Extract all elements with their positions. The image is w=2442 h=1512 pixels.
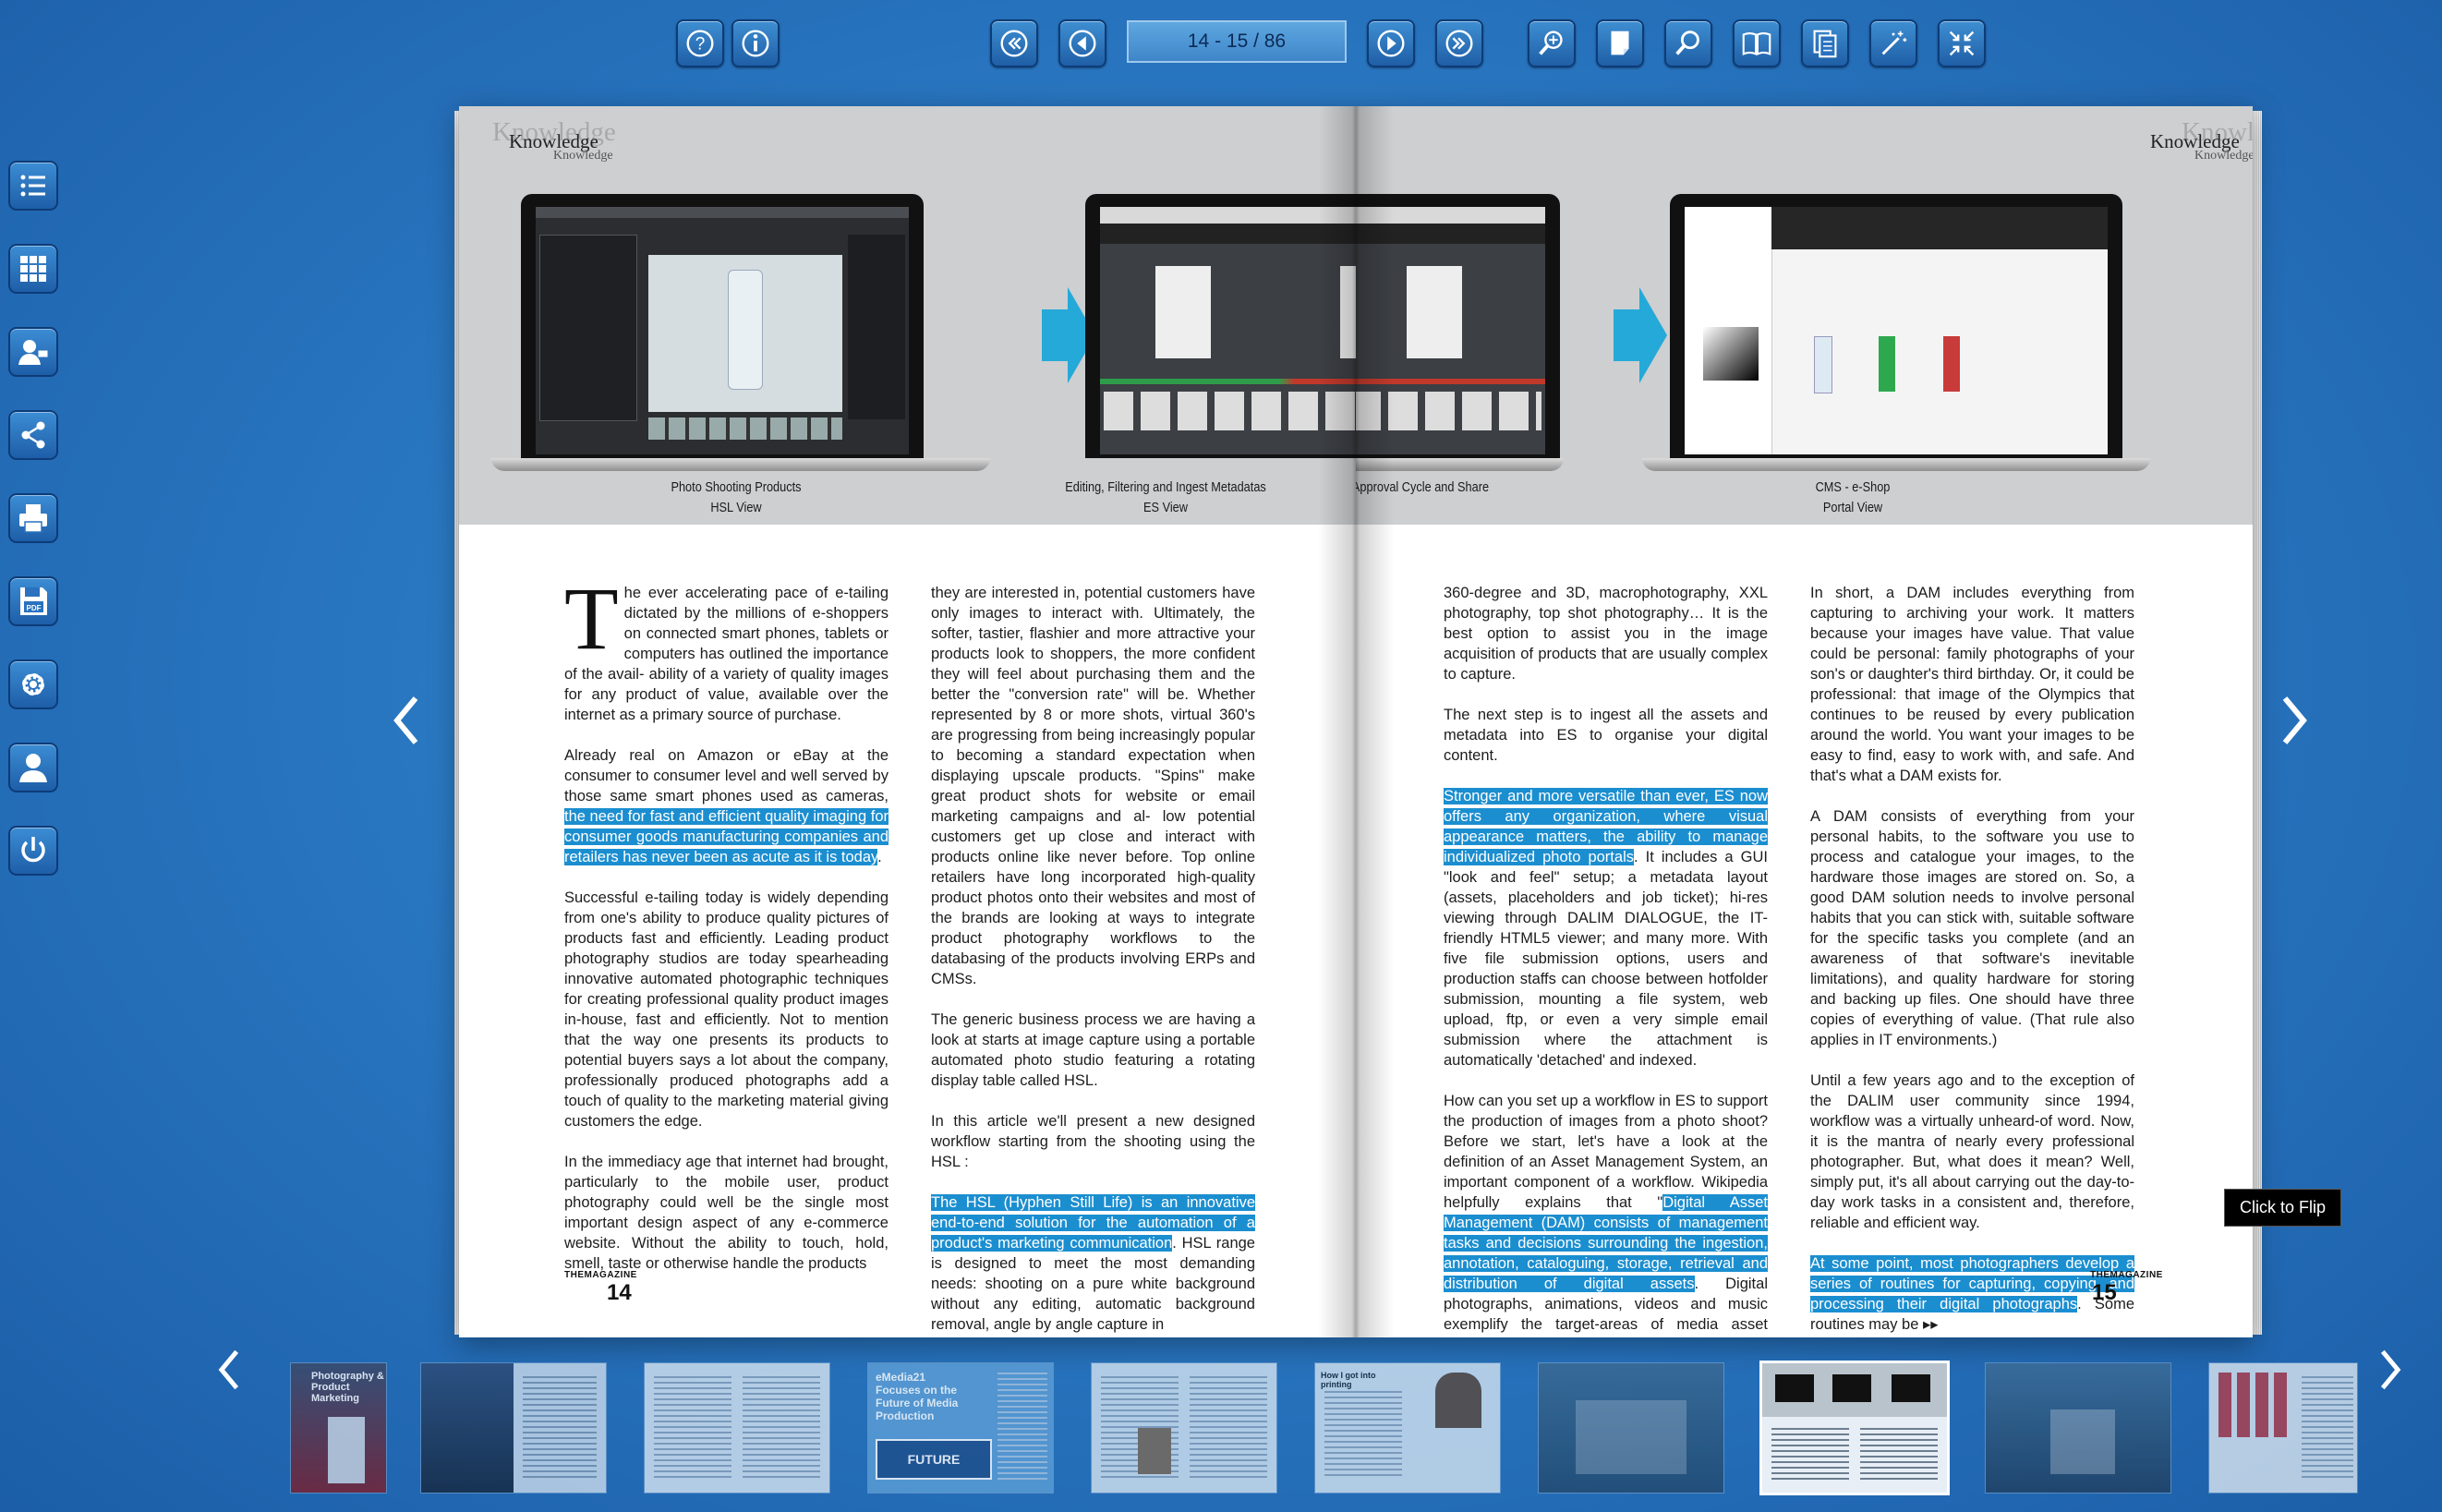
zoom-in-icon — [1539, 30, 1563, 55]
thumbnail-strip: Photography & Product Marketing eMedia21… — [286, 1356, 2357, 1494]
previous-page-icon — [1069, 30, 1096, 57]
workflow-arrow-icon — [1614, 287, 1667, 383]
thumbnails-next-icon[interactable] — [2374, 1344, 2407, 1396]
article-column-4: In short, a DAM includes everything from… — [1810, 585, 2134, 1333]
thumbnail[interactable]: Photography & Product Marketing — [291, 1363, 386, 1493]
last-page-button[interactable] — [1435, 19, 1483, 67]
thumbnail[interactable]: How I got into printing — [1315, 1363, 1500, 1493]
brand-logo-right: KnowledgeKnowledgeKnowledge — [2150, 117, 2253, 163]
fullscreen-icon — [1949, 30, 1975, 56]
page-14[interactable]: Knowledge Knowledge Knowledge Photo Shoo… — [459, 106, 1356, 1337]
next-page-button[interactable] — [1367, 19, 1415, 67]
power-icon — [21, 837, 45, 863]
thumbnail-current[interactable] — [1762, 1363, 1947, 1493]
highlight[interactable]: the need for fast and efficient quality … — [564, 808, 889, 865]
last-page-icon — [1445, 30, 1473, 57]
thumbnail[interactable] — [645, 1363, 829, 1493]
svg-text:?: ? — [695, 35, 706, 54]
first-page-button[interactable] — [990, 19, 1038, 67]
power-button[interactable] — [8, 826, 58, 876]
laptop-portal-view — [1642, 194, 2178, 471]
settings-button[interactable] — [8, 659, 58, 709]
zoom-button[interactable] — [1528, 19, 1576, 67]
flipbook[interactable]: Knowledge Knowledge Knowledge Photo Shoo… — [459, 106, 2253, 1337]
single-page-button[interactable] — [1596, 19, 1644, 67]
laptop-es-view-right — [1356, 194, 1573, 471]
thumbnails-icon — [20, 256, 46, 282]
pdf-download-button[interactable]: PDF — [8, 576, 58, 626]
help-button[interactable]: ? — [676, 19, 724, 67]
caption-cms: CMS - e-Shop Portal View — [1815, 479, 1891, 515]
print-icon — [19, 504, 47, 533]
brand-logo-left: Knowledge Knowledge Knowledge — [492, 117, 616, 163]
caption-editing: Editing, Filtering and Ingest Metadatas E… — [1065, 479, 1266, 515]
share-icon — [21, 421, 45, 449]
flip-previous-arrow-icon[interactable] — [386, 691, 427, 750]
thumbnail[interactable] — [1092, 1363, 1276, 1493]
thumbnails-previous-icon[interactable] — [212, 1344, 246, 1396]
magic-wand-button[interactable] — [1869, 19, 1917, 67]
search-icon — [1675, 30, 1699, 55]
next-page-icon — [1377, 30, 1405, 57]
user-icon — [19, 754, 47, 782]
thumbnail[interactable] — [421, 1363, 606, 1493]
article-column-1: The ever accelerating pace of e-tailing … — [564, 569, 889, 1272]
continue-marker: ▸▸ — [1923, 1316, 1939, 1333]
article-column-2: they are interested in, potential custom… — [931, 585, 1255, 1333]
laptop-hsl-view — [491, 194, 999, 471]
copy-icon — [1813, 30, 1837, 58]
print-button[interactable] — [8, 493, 58, 543]
help-icon: ? — [686, 30, 714, 57]
info-button[interactable] — [731, 19, 780, 67]
page-indicator[interactable]: 14 - 15 / 86 — [1127, 20, 1347, 63]
thumbnails-button[interactable] — [8, 244, 58, 294]
share-button[interactable] — [8, 410, 58, 460]
thumbnail[interactable]: eMedia21 Focuses on the Future of Media … — [868, 1363, 1053, 1493]
book-view-icon — [1742, 32, 1771, 55]
article-column-3: 360-degree and 3D, macrophotography, XXL… — [1444, 585, 1768, 1337]
laptop-es-view — [1085, 194, 1356, 471]
flip-next-arrow-icon[interactable] — [2274, 691, 2315, 750]
magic-wand-icon — [1881, 30, 1907, 55]
first-page-icon — [1000, 30, 1028, 57]
fullscreen-button[interactable] — [1938, 19, 1986, 67]
page-number-left: THEMAGAZINE 14 — [564, 1270, 637, 1305]
page-15[interactable]: KnowledgeKnowledgeKnowledge — [1356, 106, 2253, 1337]
copy-button[interactable] — [1801, 19, 1849, 67]
caption-photo-shooting: Photo Shooting Products HSL View — [671, 479, 802, 515]
page-number-right: THEMAGAZINE 15 — [2090, 1270, 2163, 1305]
svg-text:PDF: PDF — [27, 604, 42, 612]
table-of-contents-icon — [20, 175, 45, 197]
search-button[interactable] — [1664, 19, 1712, 67]
thumbnail[interactable] — [1539, 1363, 1723, 1493]
settings-icon — [22, 673, 44, 696]
single-page-icon — [1611, 30, 1629, 55]
thumbnail[interactable] — [1986, 1363, 2170, 1493]
pdf-download-icon: PDF — [20, 587, 47, 615]
info-icon — [742, 30, 769, 57]
contact-icon — [18, 340, 49, 365]
click-to-flip-tooltip: Click to Flip — [2224, 1189, 2341, 1227]
contact-button[interactable] — [8, 327, 58, 377]
book-view-button[interactable] — [1733, 19, 1781, 67]
thumbnail[interactable] — [2209, 1363, 2357, 1493]
table-of-contents-button[interactable] — [8, 161, 58, 211]
user-button[interactable] — [8, 743, 58, 792]
previous-page-button[interactable] — [1058, 19, 1106, 67]
caption-approval: Approval Cycle and Share — [1356, 479, 1490, 495]
